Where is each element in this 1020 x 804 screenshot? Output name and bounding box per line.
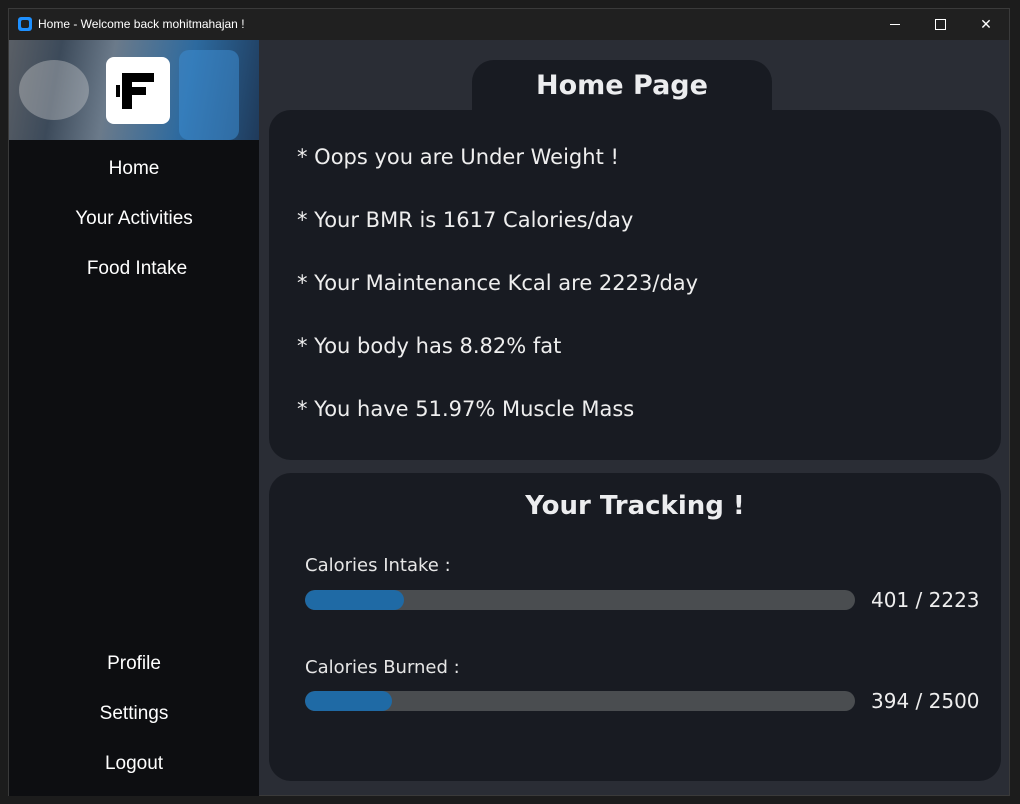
- stats-card: * Oops you are Under Weight ! * Your BMR…: [269, 110, 1001, 460]
- maintenance-kcal-text: * Your Maintenance Kcal are 2223/day: [297, 271, 699, 295]
- sidebar-banner-image: [9, 40, 259, 140]
- title-bar[interactable]: Home - Welcome back mohitmahajan ! ✕: [9, 9, 1009, 40]
- nav-your-activities[interactable]: Your Activities: [9, 208, 259, 230]
- nav-profile[interactable]: Profile: [9, 653, 259, 675]
- nav-home[interactable]: Home: [9, 158, 259, 180]
- app-window: Home - Welcome back mohitmahajan ! ✕ Hom…: [8, 8, 1010, 796]
- close-button[interactable]: ✕: [963, 9, 1009, 40]
- maximize-button[interactable]: [917, 9, 963, 40]
- nav-food-intake[interactable]: Food Intake: [12, 258, 262, 280]
- calories-burned-label: Calories Burned :: [305, 657, 460, 678]
- maximize-icon: [934, 19, 946, 30]
- app-icon: [18, 17, 32, 31]
- nav-settings[interactable]: Settings: [9, 703, 259, 725]
- tracking-title: Your Tracking !: [525, 491, 745, 521]
- minimize-icon: [890, 24, 900, 25]
- sidebar: Home Your Activities Food Intake Profile…: [9, 40, 259, 796]
- calories-intake-progress-bar: [305, 590, 855, 610]
- fitness-logo-icon: [106, 57, 170, 124]
- window-title: Home - Welcome back mohitmahajan !: [38, 17, 245, 31]
- nav-logout[interactable]: Logout: [9, 753, 259, 775]
- tracking-card: Your Tracking ! Calories Intake : 401 / …: [269, 473, 1001, 781]
- body-fat-text: * You body has 8.82% fat: [297, 334, 562, 358]
- muscle-mass-text: * You have 51.97% Muscle Mass: [297, 397, 635, 421]
- calories-intake-value: 401 / 2223: [871, 588, 980, 612]
- calories-burned-progress-bar: [305, 691, 855, 711]
- close-icon: ✕: [980, 16, 992, 33]
- calories-burned-value: 394 / 2500: [871, 689, 980, 713]
- calories-intake-label: Calories Intake :: [305, 555, 451, 576]
- page-title: Home Page: [536, 70, 708, 101]
- calories-intake-progress-fill: [305, 590, 405, 610]
- calories-burned-progress-fill: [305, 691, 392, 711]
- main-content: Home Page * Oops you are Under Weight ! …: [259, 40, 1009, 796]
- weight-status-text: * Oops you are Under Weight !: [297, 145, 619, 169]
- minimize-button[interactable]: [872, 9, 918, 40]
- bmr-text: * Your BMR is 1617 Calories/day: [297, 208, 634, 232]
